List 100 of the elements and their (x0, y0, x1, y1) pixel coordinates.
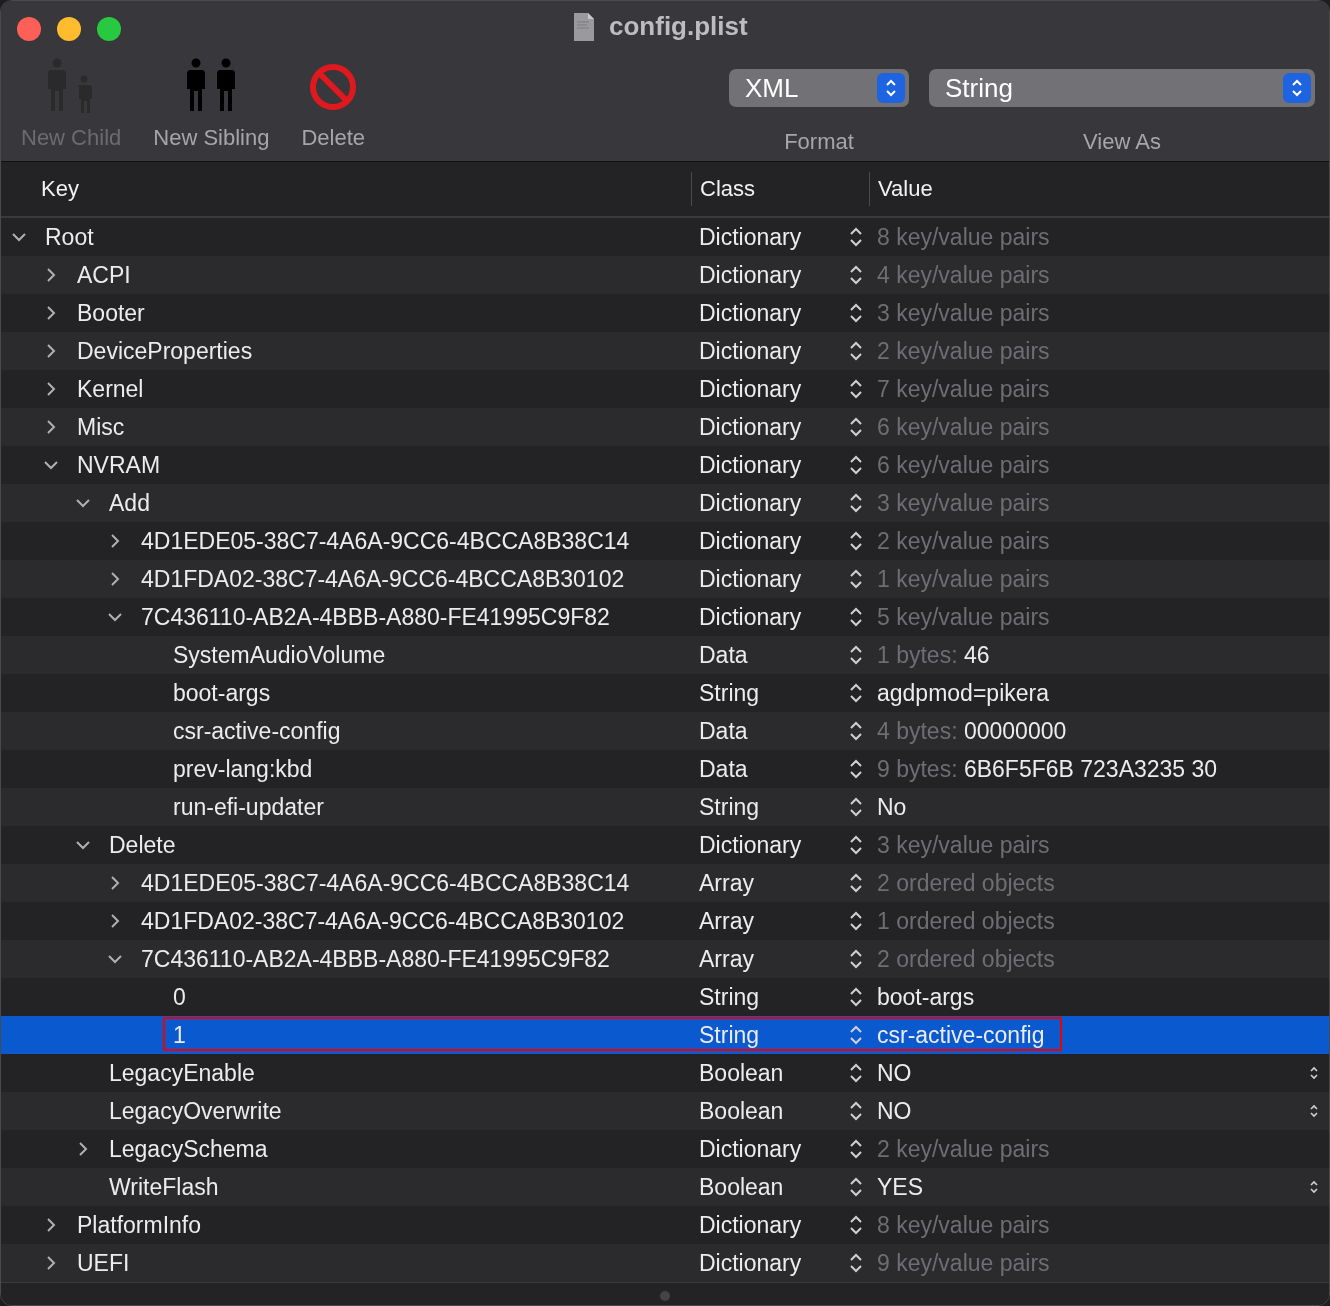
table-row[interactable]: csr-active-config Data 4 bytes: 00000000 (1, 712, 1329, 750)
value-cell: agdpmod=pikera (877, 679, 1049, 707)
stepper-icon[interactable] (849, 301, 863, 325)
stepper-icon[interactable] (849, 1251, 863, 1275)
stepper-icon[interactable] (849, 947, 863, 971)
table-row[interactable]: ACPI Dictionary 4 key/value pairs (1, 256, 1329, 294)
key-cell: Misc (77, 413, 125, 441)
zoom-button[interactable] (97, 17, 121, 41)
value-cell: 6 key/value pairs (877, 451, 1050, 479)
stepper-icon (877, 73, 905, 103)
key-cell: 1 (173, 1021, 186, 1049)
stepper-icon[interactable] (849, 263, 863, 287)
key-cell: UEFI (77, 1249, 130, 1277)
key-cell: NVRAM (77, 451, 161, 479)
view-as-dropdown[interactable]: String (929, 69, 1315, 107)
stepper-icon[interactable] (849, 1061, 863, 1085)
value-cell: csr-active-config (877, 1021, 1045, 1049)
value-cell: 7 key/value pairs (877, 375, 1050, 403)
stepper-icon[interactable] (849, 1137, 863, 1161)
key-cell: ACPI (77, 261, 131, 289)
stepper-icon[interactable] (849, 529, 863, 553)
column-header[interactable]: Value (869, 172, 933, 206)
stepper-icon[interactable] (849, 1099, 863, 1123)
toolbar-button[interactable]: New Sibling (153, 57, 270, 155)
stepper-icon (1283, 73, 1311, 103)
window-title: config.plist (609, 11, 748, 42)
column-header[interactable]: Class (691, 172, 869, 206)
stepper-icon[interactable] (849, 833, 863, 857)
key-cell: 7C436110-AB2A-4BBB-A880-FE41995C9F82 (141, 945, 610, 973)
value-cell: No (877, 793, 907, 821)
value-cell: 8 key/value pairs (877, 223, 1050, 251)
class-cell: Dictionary (699, 375, 802, 403)
key-cell: prev-lang:kbd (173, 755, 313, 783)
key-cell: LegacySchema (109, 1135, 268, 1163)
stepper-icon[interactable] (849, 491, 863, 515)
table-row[interactable]: 4D1FDA02-38C7-4A6A-9CC6-4BCCA8B30102 Dictionary 1 key/value pairs (1, 560, 1329, 598)
stepper-icon[interactable] (849, 909, 863, 933)
stepper-icon[interactable] (849, 605, 863, 629)
value-cell: NO (877, 1097, 912, 1125)
class-cell: Data (699, 755, 748, 783)
class-cell: Dictionary (699, 223, 802, 251)
class-cell: Dictionary (699, 337, 802, 365)
stepper-icon[interactable] (849, 681, 863, 705)
class-cell: Boolean (699, 1097, 784, 1125)
table-row[interactable]: WriteFlash Boolean YES (1, 1168, 1329, 1206)
table-row[interactable]: run-efi-updater String No (1, 788, 1329, 826)
stepper-icon[interactable] (1309, 1064, 1319, 1082)
table-row[interactable]: SystemAudioVolume Data 1 bytes: 46 (1, 636, 1329, 674)
value-cell: 2 ordered objects (877, 945, 1055, 973)
class-cell: Dictionary (699, 831, 802, 859)
stepper-icon[interactable] (849, 225, 863, 249)
table-row[interactable]: UEFI Dictionary 9 key/value pairs (1, 1244, 1329, 1282)
table-row[interactable]: Add Dictionary 3 key/value pairs (1, 484, 1329, 522)
stepper-icon[interactable] (849, 1213, 863, 1237)
column-header[interactable]: Key (1, 176, 691, 202)
key-cell: run-efi-updater (173, 793, 324, 821)
class-cell: Dictionary (699, 527, 802, 555)
key-cell: PlatformInfo (77, 1211, 201, 1239)
minimize-button[interactable] (57, 17, 81, 41)
stepper-icon[interactable] (849, 985, 863, 1009)
toolbar-button[interactable]: Delete (301, 57, 366, 155)
format-dropdown[interactable]: XML (729, 69, 909, 107)
class-cell: Array (699, 869, 754, 897)
stepper-icon[interactable] (849, 1175, 863, 1199)
class-cell: Boolean (699, 1059, 784, 1087)
stepper-icon[interactable] (1309, 1178, 1319, 1196)
stepper-icon[interactable] (849, 719, 863, 743)
stepper-icon[interactable] (849, 377, 863, 401)
stepper-icon[interactable] (849, 415, 863, 439)
stepper-icon[interactable] (1309, 1102, 1319, 1120)
table-row[interactable]: 7C436110-AB2A-4BBB-A880-FE41995C9F82 Array 2 ordered objects (1, 940, 1329, 978)
stepper-icon[interactable] (849, 567, 863, 591)
stepper-icon[interactable] (849, 871, 863, 895)
table-row[interactable]: 1 String csr-active-config (1, 1016, 1329, 1054)
close-button[interactable] (17, 17, 41, 41)
table-row[interactable]: Misc Dictionary 6 key/value pairs (1, 408, 1329, 446)
class-cell: String (699, 679, 760, 707)
value-cell: 2 ordered objects (877, 869, 1055, 897)
class-cell: Dictionary (699, 489, 802, 517)
key-cell: csr-active-config (173, 717, 341, 745)
key-cell: Booter (77, 299, 145, 327)
class-cell: Dictionary (699, 413, 802, 441)
stepper-icon[interactable] (849, 453, 863, 477)
class-cell: Dictionary (699, 299, 802, 327)
key-cell: Delete (109, 831, 176, 859)
table-row[interactable]: 4D1EDE05-38C7-4A6A-9CC6-4BCCA8B38C14 Array 2 ordered objects (1, 864, 1329, 902)
class-cell: Boolean (699, 1173, 784, 1201)
value-cell: 1 ordered objects (877, 907, 1055, 935)
value-cell: 2 key/value pairs (877, 527, 1050, 555)
stepper-icon[interactable] (849, 643, 863, 667)
stepper-icon[interactable] (849, 757, 863, 781)
value-cell: boot-args (877, 983, 975, 1011)
stepper-icon[interactable] (849, 795, 863, 819)
class-cell: String (699, 983, 760, 1011)
table-row[interactable]: DeviceProperties Dictionary 2 key/value pairs (1, 332, 1329, 370)
scroll-indicator (660, 1291, 670, 1301)
class-cell: Dictionary (699, 1211, 802, 1239)
stepper-icon[interactable] (849, 339, 863, 363)
value-cell: 8 key/value pairs (877, 1211, 1050, 1239)
table-row[interactable]: LegacyOverwrite Boolean NO (1, 1092, 1329, 1130)
